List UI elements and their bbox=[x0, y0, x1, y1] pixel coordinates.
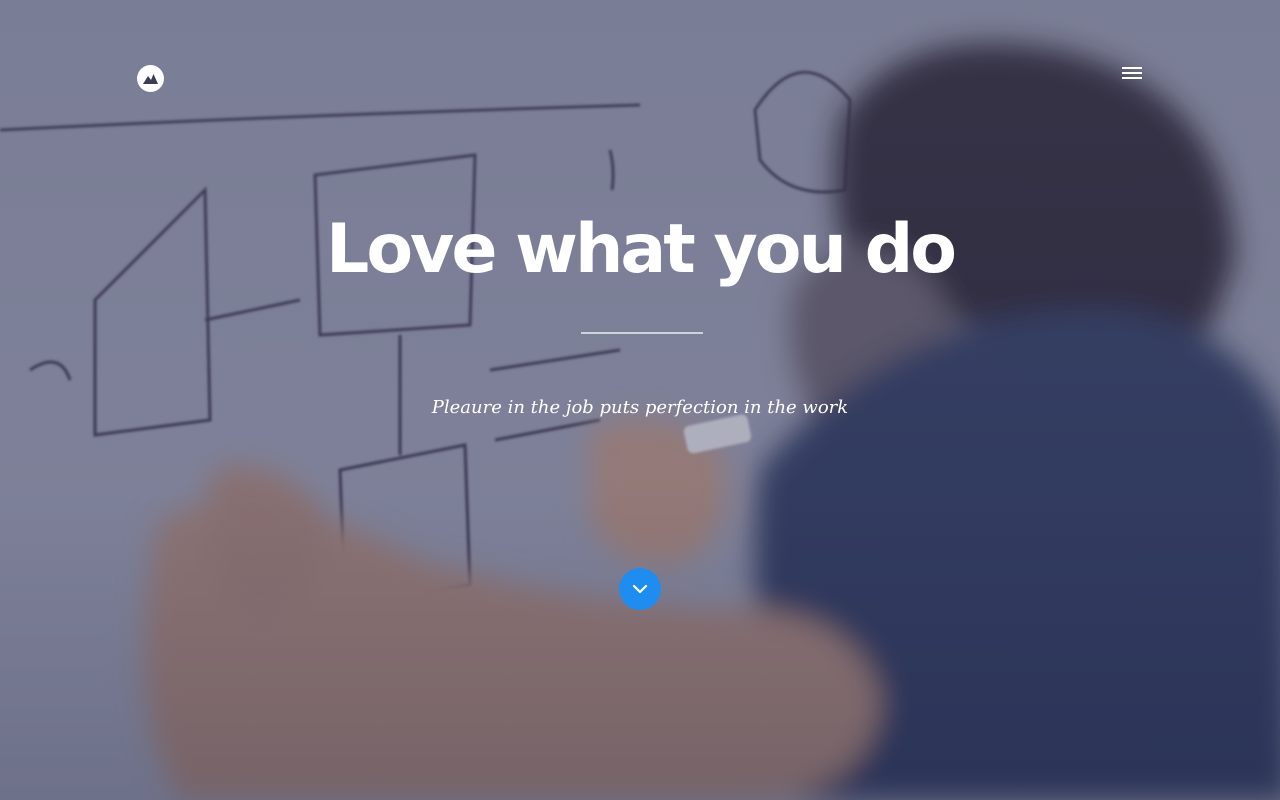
scroll-down-button[interactable] bbox=[619, 568, 661, 610]
menu-bar bbox=[1122, 77, 1142, 79]
menu-bar bbox=[1122, 67, 1142, 69]
site-logo[interactable] bbox=[137, 65, 164, 92]
hero-tagline: Pleaure in the job puts perfection in th… bbox=[431, 397, 849, 418]
menu-bar bbox=[1122, 72, 1142, 74]
hero-divider bbox=[581, 332, 703, 334]
hamburger-menu-icon[interactable] bbox=[1118, 62, 1146, 84]
chevron-down-icon bbox=[632, 584, 648, 594]
hero-headline: Love what you do bbox=[326, 210, 957, 289]
hero-section: Love what you do Pleaure in the job puts… bbox=[0, 0, 1280, 800]
mountain-logo-icon bbox=[143, 74, 158, 84]
